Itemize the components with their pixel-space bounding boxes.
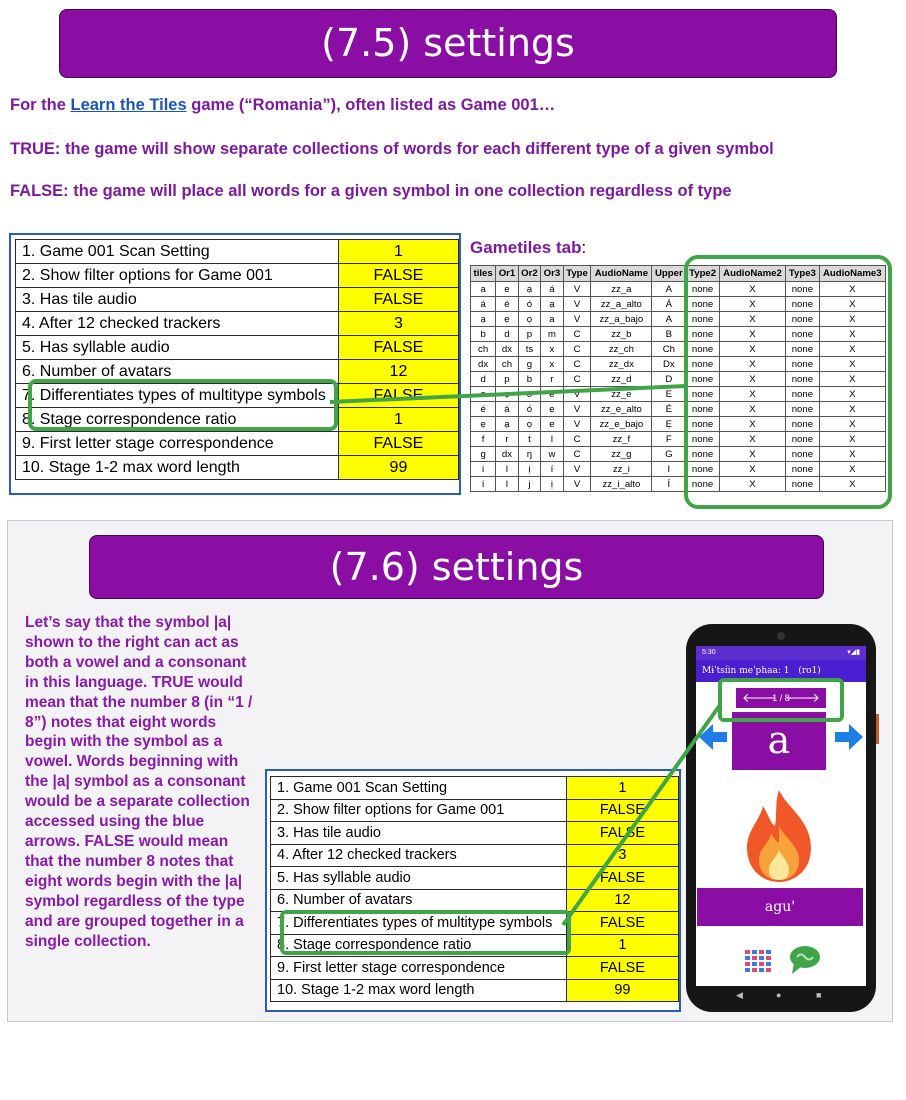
- connector-line-bottom: [561, 703, 722, 927]
